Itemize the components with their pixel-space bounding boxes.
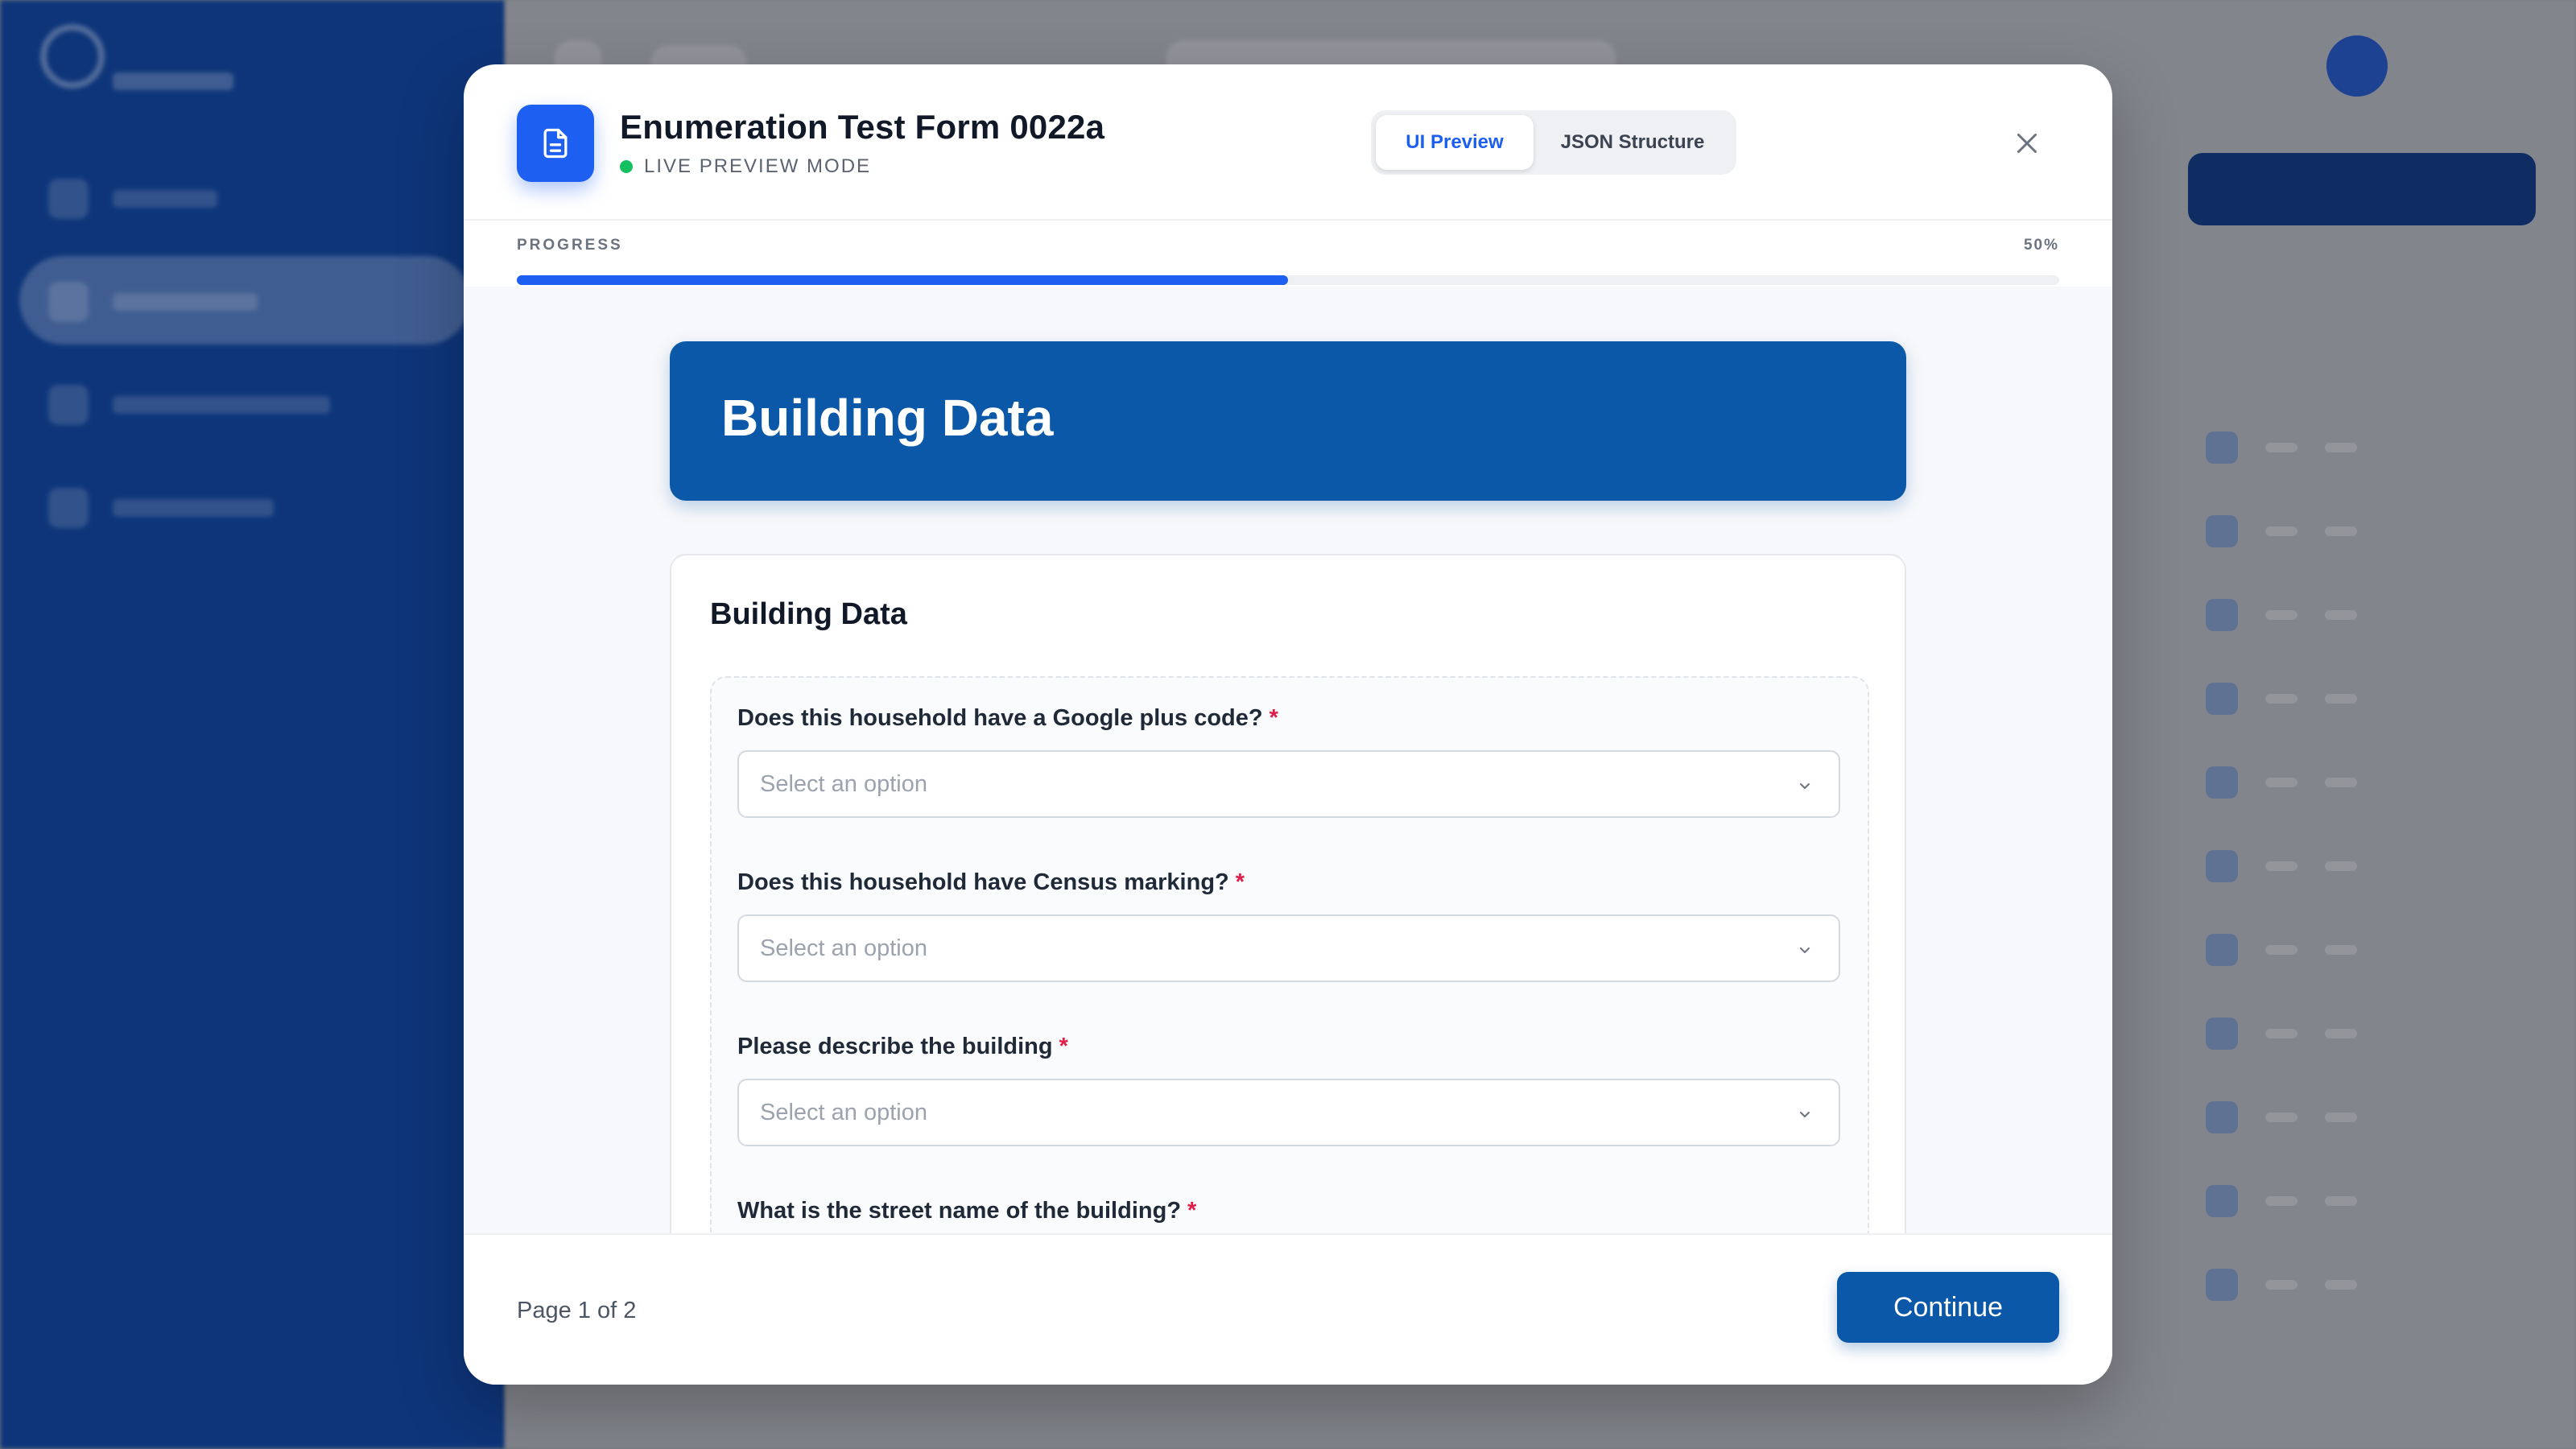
question-label: Does this household have Census marking?… <box>737 866 1840 898</box>
question-text: Does this household have Census marking? <box>737 869 1229 895</box>
progress-percent: 50% <box>2023 237 2059 254</box>
select-placeholder: Select an option <box>760 1100 927 1125</box>
google-plus-code-select[interactable]: Select an option <box>737 750 1840 818</box>
question-group: Does this household have a Google plus c… <box>710 676 1869 1298</box>
progress-bar <box>517 275 2059 285</box>
question-google-plus-code: Does this household have a Google plus c… <box>737 702 1840 818</box>
page-indicator: Page 1 of 2 <box>517 1298 637 1323</box>
live-preview-status: LIVE PREVIEW MODE <box>620 155 871 178</box>
question-census-marking: Does this household have Census marking?… <box>737 866 1840 982</box>
modal-footer: Page 1 of 2 Continue <box>464 1233 2112 1385</box>
question-text: Does this household have a Google plus c… <box>737 705 1263 731</box>
form-preview-modal: Enumeration Test Form 0022a LIVE PREVIEW… <box>464 64 2112 1385</box>
select-placeholder: Select an option <box>760 935 927 961</box>
question-label: Please describe the building * <box>737 1030 1840 1063</box>
required-mark: * <box>1235 869 1245 895</box>
census-marking-select[interactable]: Select an option <box>737 914 1840 982</box>
progress-fill <box>517 275 1288 285</box>
modal-title: Enumeration Test Form 0022a <box>620 108 1105 146</box>
close-icon <box>2017 134 2037 153</box>
document-icon <box>517 105 594 182</box>
section-banner: Building Data <box>670 341 1906 501</box>
question-text: What is the street name of the building? <box>737 1198 1182 1224</box>
modal-header: Enumeration Test Form 0022a LIVE PREVIEW… <box>464 64 2112 285</box>
tab-ui-preview[interactable]: UI Preview <box>1376 115 1534 170</box>
building-description-select[interactable]: Select an option <box>737 1079 1840 1146</box>
chevron-down-icon <box>1800 947 1810 953</box>
question-street-name: What is the street name of the building?… <box>737 1195 1840 1227</box>
required-mark: * <box>1269 705 1278 731</box>
section-card: Building Data Does this household have a… <box>670 554 1906 1298</box>
required-mark: * <box>1187 1198 1197 1224</box>
close-button[interactable] <box>2008 124 2046 163</box>
select-placeholder: Select an option <box>760 771 927 797</box>
question-text: Please describe the building <box>737 1034 1053 1059</box>
chevron-down-icon <box>1800 783 1810 789</box>
question-label: What is the street name of the building?… <box>737 1195 1840 1227</box>
chevron-down-icon <box>1800 1112 1810 1117</box>
question-building-description: Please describe the building * Select an … <box>737 1030 1840 1146</box>
progress-label: PROGRESS <box>517 237 623 254</box>
section-card-title: Building Data <box>710 597 907 631</box>
live-status-dot <box>620 160 633 173</box>
section-banner-title: Building Data <box>721 389 1054 447</box>
view-tab-switch: UI Preview JSON Structure <box>1371 110 1736 175</box>
continue-button[interactable]: Continue <box>1837 1272 2059 1343</box>
question-label: Does this household have a Google plus c… <box>737 702 1840 734</box>
live-status-text: LIVE PREVIEW MODE <box>644 155 872 177</box>
required-mark: * <box>1059 1034 1068 1059</box>
tab-json-structure[interactable]: JSON Structure <box>1534 115 1732 170</box>
form-body[interactable]: Building Data Building Data Does this ho… <box>464 287 2112 1298</box>
